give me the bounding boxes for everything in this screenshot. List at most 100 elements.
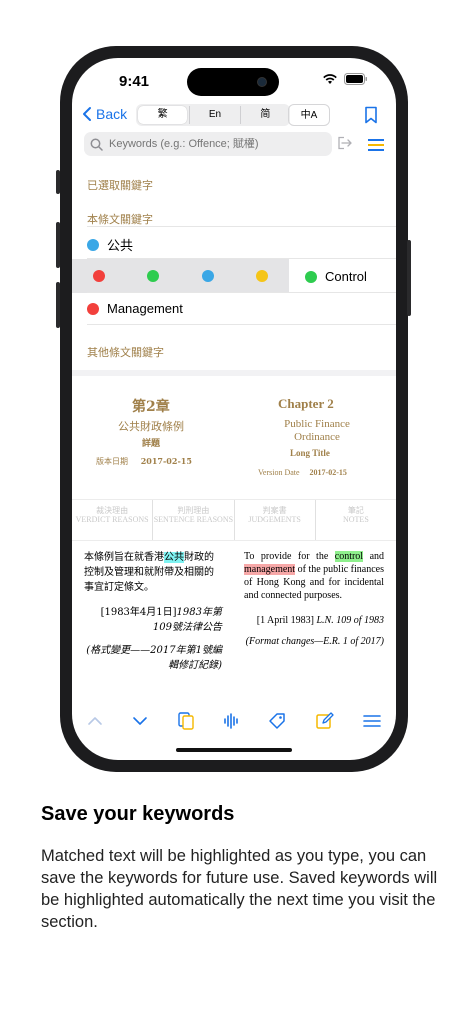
- segment-english[interactable]: En: [189, 106, 241, 124]
- menu-icon[interactable]: [363, 715, 382, 727]
- keyword-highlight: management: [244, 564, 296, 575]
- color-option-blue[interactable]: [201, 270, 214, 282]
- ordinance-title-en: Public Finance Ordinance: [284, 418, 350, 443]
- keyword-label: Control: [325, 269, 367, 284]
- tab-label-en: JUDGEMENTS: [248, 515, 301, 524]
- chevron-left-icon: [83, 107, 91, 121]
- text-segment: 本條例旨在就香港: [84, 552, 164, 563]
- search-submit-button[interactable]: [337, 136, 353, 155]
- bookmark-icon: [365, 106, 377, 124]
- long-title-en: Long Title: [290, 448, 330, 458]
- text-segment: and: [369, 551, 385, 562]
- chapter-number-en: Chapter 2: [278, 396, 334, 411]
- language-segmented-control[interactable]: 繁 En 简: [136, 104, 290, 126]
- keyword-label: Management: [107, 301, 183, 316]
- waveform-icon[interactable]: [223, 713, 239, 729]
- provision-paragraph-zh: 本條例旨在就香港公共財政的控制及管理和就附帶及相關的事宜訂定條文。: [84, 550, 222, 595]
- divider: [87, 324, 396, 325]
- keyword-color-dot: [87, 302, 99, 315]
- keyword-color-dot: [305, 270, 317, 283]
- selected-keywords-heading: 已選取關鍵字: [87, 180, 153, 192]
- legal-notice-ref-en: [1 April 1983] L.N. 109 of 1983: [244, 614, 384, 627]
- search-bar[interactable]: [84, 132, 332, 156]
- ordinance-title-zh: 公共財政條例: [118, 420, 184, 433]
- keyword-color-picker[interactable]: [72, 259, 289, 293]
- color-option-red[interactable]: [93, 270, 106, 282]
- divider: [87, 226, 396, 227]
- format-change-note-zh: (格式變更——2017年第1號編輯修訂紀錄): [86, 645, 222, 671]
- caption-title: Save your keywords: [41, 803, 235, 825]
- provision-text-en: To provide for the control and managemen…: [244, 550, 384, 648]
- bottom-toolbar: [72, 706, 396, 736]
- provision-text-zh: 本條例旨在就香港公共財政的控制及管理和就附帶及相關的事宜訂定條文。 [1983年…: [84, 550, 222, 673]
- chapter-number-zh: 第2章: [132, 399, 170, 415]
- keyword-row-management[interactable]: Management: [87, 301, 183, 316]
- tab-notes[interactable]: 筆記 NOTES: [316, 500, 396, 540]
- status-time: 9:41: [119, 73, 150, 90]
- provision-paragraph-en: To provide for the control and managemen…: [244, 550, 384, 602]
- text-segment: To provide for the: [244, 551, 329, 562]
- tab-sentence-reasons[interactable]: 判刑理由 SENTENCE REASONS: [153, 500, 235, 540]
- volume-up-button: [56, 222, 60, 268]
- tab-judgements[interactable]: 判案書 JUDGEMENTS: [235, 500, 316, 540]
- segment-simplified[interactable]: 简: [241, 106, 290, 124]
- color-option-green[interactable]: [147, 270, 160, 282]
- tab-label-zh: 判刑理由: [177, 506, 210, 515]
- keyword-row-public[interactable]: 公共: [87, 235, 133, 254]
- tab-verdict-reasons[interactable]: 裁決理由 VERDICT REASONS: [72, 500, 154, 540]
- status-icons: [322, 73, 368, 85]
- caption-body: Matched text will be highlighted as you …: [41, 847, 438, 931]
- search-icon: [90, 138, 103, 151]
- wifi-icon: [323, 74, 337, 84]
- divider: [87, 292, 396, 293]
- power-button: [407, 240, 411, 316]
- version-date-value: 2017-02-15: [309, 468, 347, 477]
- chevron-up-icon[interactable]: [87, 716, 103, 726]
- keyword-label: 公共: [107, 238, 134, 253]
- version-date-en: Version Date 2017-02-15: [258, 468, 347, 477]
- keyword-row-control[interactable]: Control: [305, 269, 367, 284]
- volume-down-button: [56, 282, 60, 328]
- version-label-en: Version Date: [258, 468, 300, 477]
- chevron-down-icon[interactable]: [132, 716, 148, 726]
- search-input[interactable]: [109, 138, 319, 150]
- long-title-zh: 詳題: [142, 439, 161, 449]
- home-indicator: [176, 748, 292, 752]
- tab-label-en: SENTENCE REASONS: [153, 515, 234, 524]
- list-icon: [368, 139, 384, 151]
- camera-icon: [257, 77, 267, 87]
- version-date-value: 2017-02-15: [140, 456, 192, 466]
- dynamic-island: [187, 68, 279, 96]
- back-label: Back: [96, 106, 128, 122]
- back-button[interactable]: Back: [82, 106, 127, 122]
- translate-button[interactable]: 中A: [288, 104, 330, 126]
- phone-screen: 9:41 Back 繁 En 简 中A 已選取關鍵字 本條文關鍵字: [72, 58, 396, 760]
- legal-notice-number: L.N. 109 of 1983: [316, 615, 384, 626]
- edit-icon[interactable]: [316, 712, 334, 730]
- version-date-zh: 版本日期 2017-02-15: [96, 456, 192, 467]
- battery-icon: [344, 73, 367, 85]
- keyword-list-button[interactable]: [368, 138, 384, 156]
- version-label-zh: 版本日期: [96, 457, 128, 466]
- legal-notice-ref-zh: [1983年4月1日]1983年第109號法律公告: [84, 605, 222, 635]
- arrow-right-box-icon: [338, 136, 352, 150]
- tab-label-en: NOTES: [342, 515, 369, 524]
- commencement-date: [1983年4月1日]: [100, 607, 177, 618]
- segment-traditional[interactable]: 繁: [138, 106, 188, 124]
- keyword-highlight: 公共: [164, 552, 184, 563]
- color-option-yellow[interactable]: [255, 270, 268, 282]
- bookmark-button[interactable]: [364, 106, 378, 129]
- tab-label-zh: 筆記: [347, 506, 364, 515]
- reference-tabs: 裁決理由 VERDICT REASONS 判刑理由 SENTENCE REASO…: [72, 499, 396, 541]
- tag-icon[interactable]: [268, 712, 286, 730]
- other-keywords-heading: 其他條文關鍵字: [87, 347, 164, 359]
- tab-label-en: VERDICT REASONS: [75, 515, 149, 524]
- mute-switch: [56, 170, 60, 194]
- commencement-date: [1 April 1983]: [256, 615, 314, 626]
- tab-label-zh: 判案書: [262, 506, 287, 515]
- section-keywords-heading: 本條文關鍵字: [87, 214, 153, 226]
- format-change-note-en: (Format changes—E.R. 1 of 2017): [245, 636, 384, 647]
- section-header: 第2章 Chapter 2 公共財政條例 Public Finance Ordi…: [72, 370, 396, 500]
- keyword-color-dot: [87, 238, 99, 251]
- copy-icon[interactable]: [177, 712, 194, 730]
